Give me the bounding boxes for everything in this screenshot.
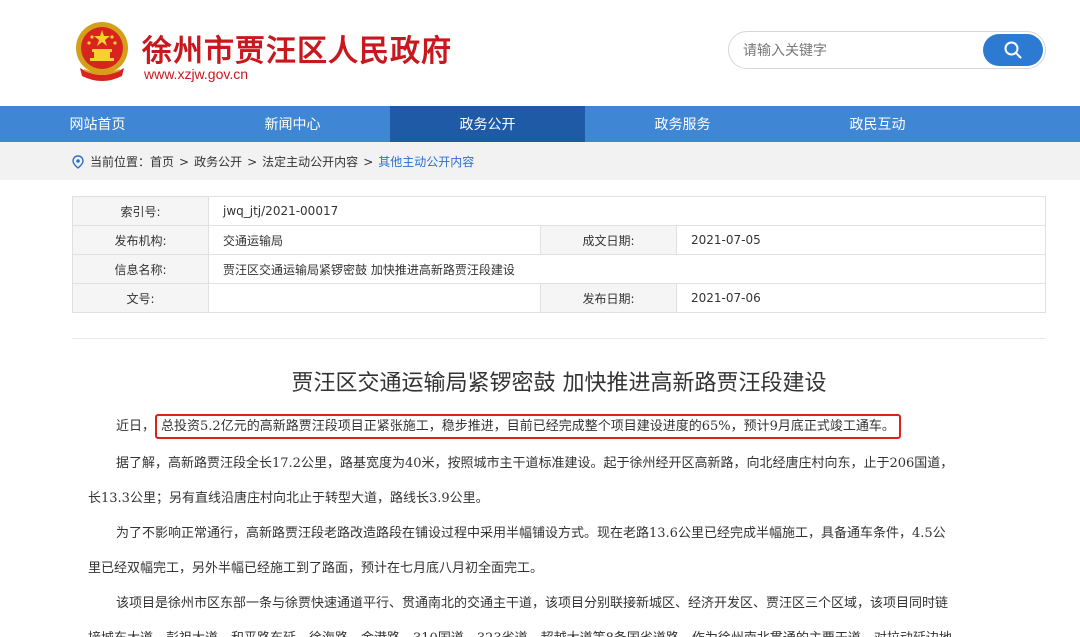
- index-label: 索引号:: [72, 196, 209, 226]
- doc-number-label: 文号:: [72, 283, 209, 313]
- highlighted-sentence: 总投资5.2亿元的高新路贾汪段项目正紧张施工，稳步推进，目前已经完成整个项目建设…: [155, 414, 901, 439]
- breadcrumb: 当前位置： 首页 > 政务公开 > 法定主动公开内容 > 其他主动公开内容: [72, 153, 474, 170]
- org-label: 发布机构:: [72, 225, 209, 255]
- article-title: 贾汪区交通运输局紧锣密鼓 加快推进高新路贾汪段建设: [291, 371, 827, 396]
- index-value: jwq_jtj/2021-00017: [208, 196, 1046, 226]
- breadcrumb-bar: 当前位置： 首页 > 政务公开 > 法定主动公开内容 > 其他主动公开内容: [0, 142, 1080, 180]
- main-nav: 网站首页 新闻中心 政务公开 政务服务 政民互动: [0, 106, 1080, 142]
- nav-item-interaction[interactable]: 政民互动: [780, 106, 975, 142]
- table-row: 发布机构: 交通运输局 成文日期: 2021-07-05: [72, 225, 1046, 255]
- table-row: 文号: 发布日期: 2021-07-06: [72, 283, 1046, 313]
- table-row: 信息名称: 贾汪区交通运输局紧锣密鼓 加快推进高新路贾汪段建设: [72, 254, 1046, 284]
- site-header: 徐州市贾汪区人民政府 www.xzjw.gov.cn: [0, 0, 1080, 106]
- nav-item-gov-affairs[interactable]: 政务公开: [390, 106, 585, 142]
- paragraph-3-line-1: 为了不影响正常通行，高新路贾汪段老路改造路段在铺设过程中采用半幅铺设方式。现在老…: [116, 526, 946, 541]
- breadcrumb-other[interactable]: 其他主动公开内容: [378, 153, 474, 170]
- table-row: 索引号: jwq_jtj/2021-00017: [72, 196, 1046, 226]
- national-emblem-icon[interactable]: [72, 20, 132, 82]
- paragraph-4-line-2: 接城东大道、彭祖大道、和平路东延、徐海路、金港路、310国道、323省道、超越大…: [88, 627, 952, 637]
- breadcrumb-separator: >: [179, 154, 190, 169]
- info-name-label: 信息名称:: [72, 254, 209, 284]
- breadcrumb-home[interactable]: 首页: [150, 153, 174, 170]
- created-date-value: 2021-07-05: [676, 225, 1046, 255]
- org-value: 交通运输局: [208, 225, 541, 255]
- paragraph-1: 近日， 总投资5.2亿元的高新路贾汪段项目正紧张施工，稳步推进，目前已经完成整个项…: [116, 414, 901, 439]
- nav-item-news[interactable]: 新闻中心: [195, 106, 390, 142]
- paragraph-3-line-2: 里已经双幅完工，另外半幅已经施工到了路面，预计在七月底八月初全面完工。: [88, 561, 544, 576]
- breadcrumb-prefix: 当前位置：: [90, 155, 151, 169]
- published-date-value: 2021-07-06: [676, 283, 1046, 313]
- search-box: [728, 31, 1046, 69]
- breadcrumb-gov-affairs[interactable]: 政务公开: [194, 153, 242, 170]
- info-name-value: 贾汪区交通运输局紧锣密鼓 加快推进高新路贾汪段建设: [208, 254, 1046, 284]
- breadcrumb-separator: >: [247, 154, 258, 169]
- document-info-table: 索引号: jwq_jtj/2021-00017 发布机构: 交通运输局 成文日期…: [72, 196, 1046, 313]
- article: 贾汪区交通运输局紧锣密鼓 加快推进高新路贾汪段建设 近日， 总投资5.2亿元的高新…: [72, 338, 1046, 637]
- search-input[interactable]: [743, 41, 973, 61]
- search-icon: [1004, 41, 1022, 59]
- breadcrumb-statutory[interactable]: 法定主动公开内容: [262, 153, 358, 170]
- location-pin-icon: [72, 154, 84, 169]
- created-date-label: 成文日期:: [540, 225, 677, 255]
- site-url[interactable]: www.xzjw.gov.cn: [144, 66, 248, 82]
- paragraph-2-line-1: 据了解，高新路贾汪段全长17.2公里，路基宽度为40米，按照城市主干道标准建设。…: [116, 456, 954, 471]
- nav-item-gov-services[interactable]: 政务服务: [585, 106, 780, 142]
- search-button[interactable]: [983, 34, 1043, 66]
- paragraph-4-line-1: 该项目是徐州市区东部一条与徐贾快速通道平行、贯通南北的交通主干道，该项目分别联接…: [116, 596, 949, 611]
- paragraph-2-line-2: 长13.3公里；另有直线沿唐庄村向北止于转型大道，路线长3.9公里。: [88, 491, 489, 506]
- nav-item-home[interactable]: 网站首页: [0, 106, 195, 142]
- published-date-label: 发布日期:: [540, 283, 677, 313]
- breadcrumb-separator: >: [363, 154, 374, 169]
- doc-number-value: [208, 283, 541, 313]
- site-title[interactable]: 徐州市贾汪区人民政府: [142, 26, 452, 70]
- paragraph-1-lead: 近日，: [116, 419, 156, 434]
